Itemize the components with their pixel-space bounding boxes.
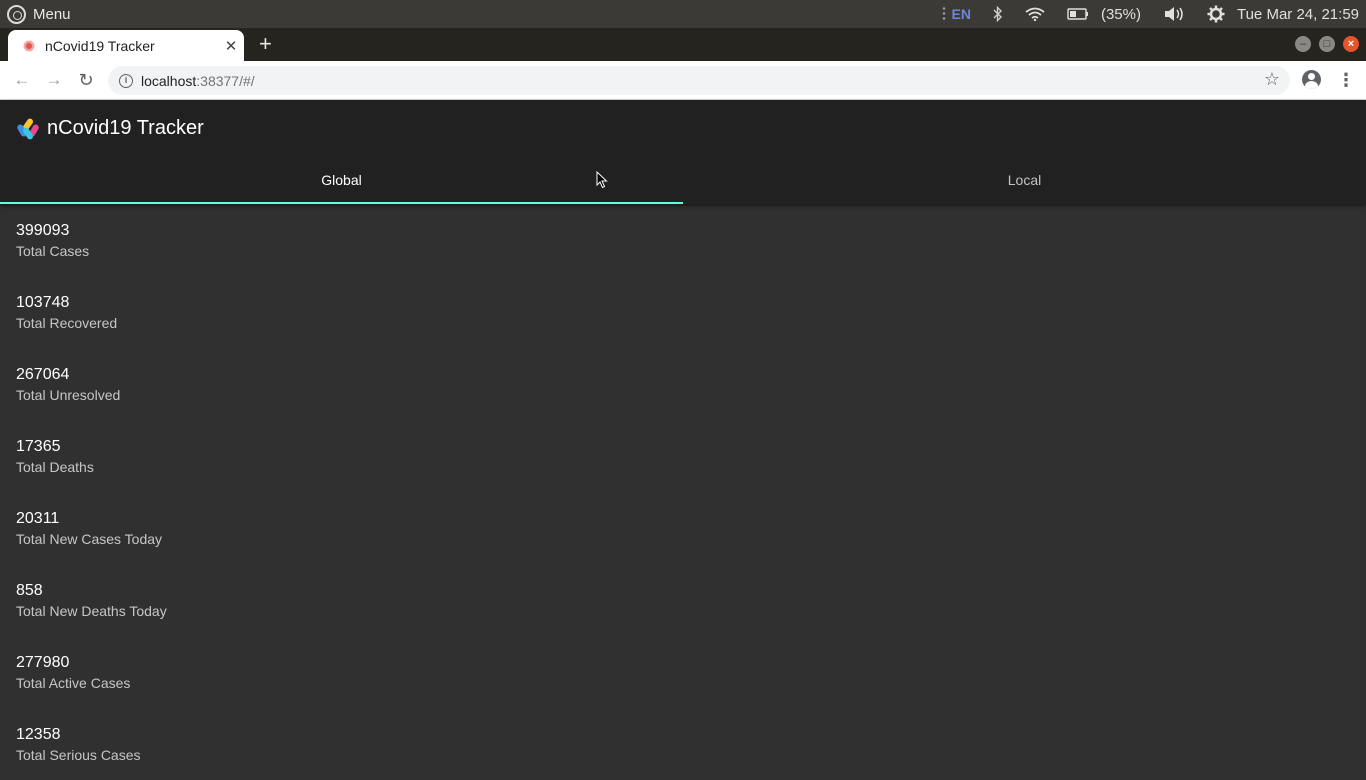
list-item: 277980 Total Active Cases [0, 636, 1366, 708]
stat-label: Total New Deaths Today [16, 603, 167, 619]
app-header: nCovid19 Tracker [0, 100, 1366, 156]
close-icon: × [1347, 38, 1355, 50]
app-logo-icon [16, 116, 40, 141]
keyboard-language-indicator[interactable]: EN [941, 6, 971, 22]
stat-label: Total New Cases Today [16, 531, 163, 547]
language-label: EN [951, 6, 971, 22]
minimize-window-button[interactable]: – [1295, 36, 1311, 52]
list-item: 17365 Total Deaths [0, 420, 1366, 492]
os-menu-button[interactable]: Menu [0, 4, 71, 24]
list-item: 12358 Total Serious Cases [0, 708, 1366, 780]
stat-value: 399093 [16, 222, 70, 239]
stat-label: Total Recovered [16, 315, 118, 331]
tab-local[interactable]: Local [683, 156, 1366, 204]
battery-icon[interactable] [1067, 8, 1089, 20]
account-icon[interactable] [1302, 70, 1321, 89]
browser-menu-icon[interactable]: ⋮ [1337, 71, 1355, 89]
close-window-button[interactable]: × [1343, 36, 1359, 52]
tab-title: nCovid19 Tracker [45, 37, 155, 54]
browser-tab[interactable]: nCovid19 Tracker ✕ [8, 30, 244, 61]
stat-value: 858 [16, 582, 43, 599]
system-tray: EN (35%) Tue Mar 24, 21:59 [941, 0, 1359, 28]
list-item: 20311 Total New Cases Today [0, 492, 1366, 564]
tab-bar: Global Local [0, 156, 1366, 204]
new-tab-button[interactable]: + [259, 33, 272, 55]
stat-label: Total Unresolved [16, 387, 121, 403]
url-path: :38377/#/ [196, 72, 255, 89]
bluetooth-icon[interactable] [993, 6, 1003, 22]
address-bar[interactable]: i localhost:38377/#/ ☆ [108, 66, 1290, 95]
tab-global[interactable]: Global [0, 156, 683, 204]
battery-percentage: (35%) [1100, 5, 1141, 23]
stats-list: 399093 Total Cases 103748 Total Recovere… [0, 204, 1366, 780]
back-arrow-icon[interactable]: ← [10, 69, 34, 91]
os-logo-icon [7, 4, 26, 24]
bookmark-star-icon[interactable]: ☆ [1264, 69, 1280, 90]
stat-value: 267064 [16, 366, 70, 383]
stat-value: 277980 [16, 654, 70, 671]
stat-value: 12358 [16, 726, 61, 743]
stat-label: Total Active Cases [16, 675, 131, 691]
list-item: 858 Total New Deaths Today [0, 564, 1366, 636]
maximize-icon: □ [1323, 38, 1331, 50]
drag-handle-icon [941, 6, 946, 22]
stat-label: Total Deaths [16, 459, 94, 475]
stat-label: Total Serious Cases [16, 747, 141, 763]
stat-label: Total Cases [16, 243, 90, 259]
favicon-icon [23, 39, 35, 52]
app-title: nCovid19 Tracker [47, 116, 204, 139]
list-item: 399093 Total Cases [0, 204, 1366, 276]
browser-toolbar: ← → ↻ i localhost:38377/#/ ☆ ⋮ [0, 61, 1366, 100]
forward-arrow-icon[interactable]: → [42, 69, 66, 91]
mouse-cursor-icon [596, 171, 608, 189]
wifi-icon[interactable] [1025, 7, 1045, 21]
minimize-icon: – [1299, 38, 1307, 50]
power-settings-icon[interactable] [1207, 5, 1225, 23]
stat-value: 103748 [16, 294, 70, 311]
browser-tab-strip: nCovid19 Tracker ✕ + – □ × [0, 28, 1366, 61]
maximize-window-button[interactable]: □ [1319, 36, 1335, 52]
volume-icon[interactable] [1163, 6, 1185, 22]
os-top-panel: Menu EN (35%) Tue Mar 24, 21:59 [0, 0, 1366, 28]
os-menu-label: Menu [33, 5, 71, 23]
reload-icon[interactable]: ↻ [74, 69, 98, 91]
url-host: localhost [141, 72, 197, 89]
site-info-icon[interactable]: i [119, 73, 133, 88]
clock[interactable]: Tue Mar 24, 21:59 [1237, 6, 1359, 23]
app-bar: nCovid19 Tracker Global Local [0, 100, 1366, 204]
stat-value: 17365 [16, 438, 61, 455]
list-item: 267064 Total Unresolved [0, 348, 1366, 420]
stat-value: 20311 [16, 510, 60, 527]
close-tab-icon[interactable]: ✕ [220, 37, 242, 55]
list-item: 103748 Total Recovered [0, 276, 1366, 348]
